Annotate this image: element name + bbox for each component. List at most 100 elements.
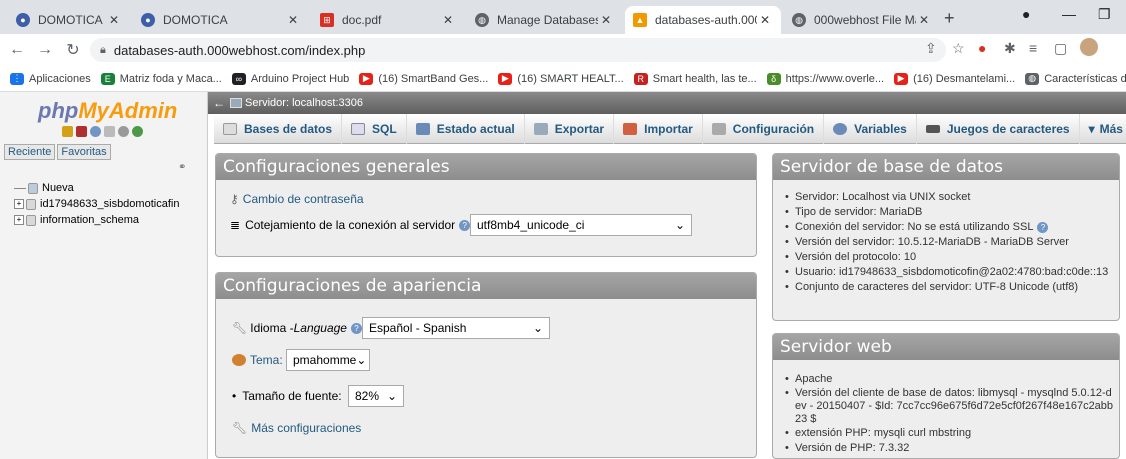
expand-icon[interactable]: + bbox=[14, 215, 24, 225]
tab-favicon-icon: ● bbox=[141, 13, 155, 27]
font-size-label: Tamaño de fuente: bbox=[242, 389, 342, 403]
collation-select[interactable]: utf8mb4_unicode_ci ⌄ bbox=[470, 214, 692, 236]
tab-favicon-icon: ● bbox=[16, 13, 30, 27]
bookmark[interactable]: ∞ Arduino Project Hub bbox=[231, 72, 350, 85]
language-label: Idioma - bbox=[250, 321, 294, 335]
browser-tab[interactable]: ⊞ doc.pdf ✕ bbox=[312, 6, 464, 34]
bookmark[interactable]: ▶ (16) Desmantelami... bbox=[894, 72, 1015, 85]
browser-tab[interactable]: ◍ Manage Databases ✕ bbox=[467, 6, 622, 34]
close-tab-icon[interactable]: ✕ bbox=[106, 13, 122, 27]
select-value: Español - Spanish bbox=[369, 321, 467, 335]
menu-label: Variables bbox=[854, 121, 907, 136]
url-field[interactable]: 🔒︎ databases-auth.000webhost.com/index.p… bbox=[90, 38, 946, 62]
new-tab-icon[interactable]: + bbox=[944, 8, 955, 29]
help-icon[interactable] bbox=[90, 126, 101, 137]
bookmark[interactable]: ◍ Características de u... bbox=[1025, 72, 1126, 85]
restore-icon[interactable]: ❐ bbox=[1098, 6, 1111, 23]
bookmark[interactable]: δ https://www.overle... bbox=[766, 72, 884, 85]
share-icon[interactable]: ⇪ bbox=[925, 40, 937, 57]
panel-title: Configuraciones de apariencia bbox=[216, 273, 756, 299]
globe-icon: ◍ bbox=[792, 13, 806, 27]
tab-databases[interactable]: Bases de datos bbox=[214, 113, 343, 144]
tab-recent[interactable]: Reciente bbox=[4, 144, 56, 160]
select-value: utf8mb4_unicode_ci bbox=[477, 218, 585, 232]
wrench-icon: 🔧︎ bbox=[232, 321, 248, 335]
sidepanel-icon[interactable]: ▢ bbox=[1054, 40, 1067, 57]
charset-icon bbox=[925, 124, 940, 133]
minimize-icon[interactable]: — bbox=[1062, 6, 1076, 22]
reload-icon[interactable]: ↻ bbox=[62, 40, 84, 60]
list-item: Apache bbox=[783, 372, 1117, 387]
more-settings-link[interactable]: 🔧︎ Más configuraciones bbox=[232, 421, 361, 435]
link-icon[interactable]: ⚭ bbox=[178, 162, 186, 173]
tab-title: DOMOTICA bbox=[163, 13, 228, 27]
font-size-select[interactable]: 82% ⌄ bbox=[348, 385, 404, 407]
pdf-icon: ⊞ bbox=[320, 13, 334, 27]
docs-icon[interactable] bbox=[104, 126, 115, 137]
help-icon[interactable]: ? bbox=[459, 219, 471, 231]
tab-more[interactable]: ▾ Más bbox=[1080, 114, 1126, 144]
tree-item-database[interactable]: + information_schema bbox=[14, 212, 179, 228]
bookmark[interactable]: ▶ (16) SmartBand Ges... bbox=[359, 72, 488, 85]
close-tab-icon[interactable]: ✕ bbox=[916, 13, 932, 27]
caret-down-icon: ▾ bbox=[1088, 121, 1095, 136]
close-tab-icon[interactable]: ✕ bbox=[757, 13, 773, 27]
bookmark[interactable]: E Matriz foda y Maca... bbox=[100, 72, 222, 85]
help-icon[interactable]: ? bbox=[350, 322, 362, 334]
star-icon[interactable]: ☆ bbox=[952, 40, 965, 57]
profile-dot-icon[interactable]: ● bbox=[1022, 6, 1030, 22]
change-password-link[interactable]: ⚷ Cambio de contraseña bbox=[230, 192, 364, 206]
avatar[interactable] bbox=[1080, 38, 1098, 56]
logout-icon[interactable] bbox=[76, 126, 87, 137]
bookmark-label: Arduino Project Hub bbox=[250, 72, 350, 85]
list-item: Versión del protocolo: 10 bbox=[783, 250, 1117, 265]
bookmark-apps[interactable]: ⋮ Aplicaciones bbox=[10, 72, 91, 85]
close-tab-icon[interactable]: ✕ bbox=[440, 13, 456, 27]
tab-import[interactable]: Importar bbox=[614, 113, 703, 144]
tab-charsets[interactable]: Juegos de caracteres bbox=[917, 113, 1080, 144]
collapse-icon[interactable]: ← bbox=[208, 96, 230, 110]
tab-variables[interactable]: Variables bbox=[824, 113, 917, 144]
bookmark-label: Smart health, las te... bbox=[652, 72, 757, 85]
back-icon[interactable]: ← bbox=[6, 41, 28, 59]
reload-icon[interactable] bbox=[132, 126, 143, 137]
overleaf-icon: δ bbox=[766, 72, 781, 85]
logo-accent: MyAdmin bbox=[78, 98, 178, 123]
tab-settings[interactable]: Configuración bbox=[703, 113, 825, 144]
tree-item-database[interactable]: + id17948633_sisbdomoticafin bbox=[14, 196, 179, 212]
reading-list-icon[interactable]: ≡ bbox=[1029, 40, 1037, 56]
home-icon[interactable] bbox=[62, 126, 73, 137]
puzzle-icon[interactable]: ✱ bbox=[1004, 40, 1016, 57]
database-server-panel: Servidor de base de datos Servidor: Loca… bbox=[772, 153, 1120, 321]
gear-icon[interactable] bbox=[118, 126, 129, 137]
close-tab-icon[interactable]: ✕ bbox=[598, 13, 614, 27]
tab-status[interactable]: Estado actual bbox=[407, 113, 525, 144]
breadcrumb-server[interactable]: Servidor: localhost:3306 bbox=[230, 97, 363, 109]
bookmark[interactable]: R Smart health, las te... bbox=[633, 72, 757, 85]
menu-label: Estado actual bbox=[436, 121, 515, 136]
sidebar-tabs: Reciente Favoritas bbox=[4, 144, 111, 160]
browser-tab[interactable]: ◍ 000webhost File Mana ✕ bbox=[784, 6, 940, 34]
help-icon[interactable]: ? bbox=[1037, 222, 1049, 233]
phpmyadmin-logo[interactable]: phpMyAdmin bbox=[38, 98, 177, 124]
expand-icon[interactable]: + bbox=[14, 199, 24, 209]
browser-tab[interactable]: ● DOMOTICA ✕ bbox=[8, 6, 130, 34]
tab-title: 000webhost File Mana bbox=[814, 13, 916, 27]
extension-icon[interactable]: ● bbox=[978, 40, 986, 56]
bookmark[interactable]: ▶ (16) SMART HEALT... bbox=[498, 72, 624, 85]
tree-item-new[interactable]: Nueva bbox=[14, 180, 179, 196]
browser-tab[interactable]: ● DOMOTICA ✕ bbox=[133, 6, 309, 34]
tree-label: id17948633_sisbdomoticafin bbox=[40, 198, 180, 210]
forward-icon[interactable]: → bbox=[34, 41, 56, 59]
bookmark-icon: E bbox=[100, 72, 115, 85]
browser-tab-active[interactable]: ▲ databases-auth.000we ✕ bbox=[625, 6, 781, 34]
theme-label[interactable]: Tema: bbox=[250, 353, 283, 367]
link-label: Más configuraciones bbox=[251, 421, 362, 435]
theme-select[interactable]: pmahomme ⌄ bbox=[286, 349, 370, 371]
chevron-down-icon: ⌄ bbox=[386, 389, 397, 403]
tab-favorites[interactable]: Favoritas bbox=[57, 144, 111, 160]
tab-sql[interactable]: SQL bbox=[342, 113, 407, 144]
close-tab-icon[interactable]: ✕ bbox=[285, 13, 301, 27]
language-select[interactable]: Español - Spanish ⌄ bbox=[362, 317, 550, 339]
tab-export[interactable]: Exportar bbox=[525, 113, 615, 144]
